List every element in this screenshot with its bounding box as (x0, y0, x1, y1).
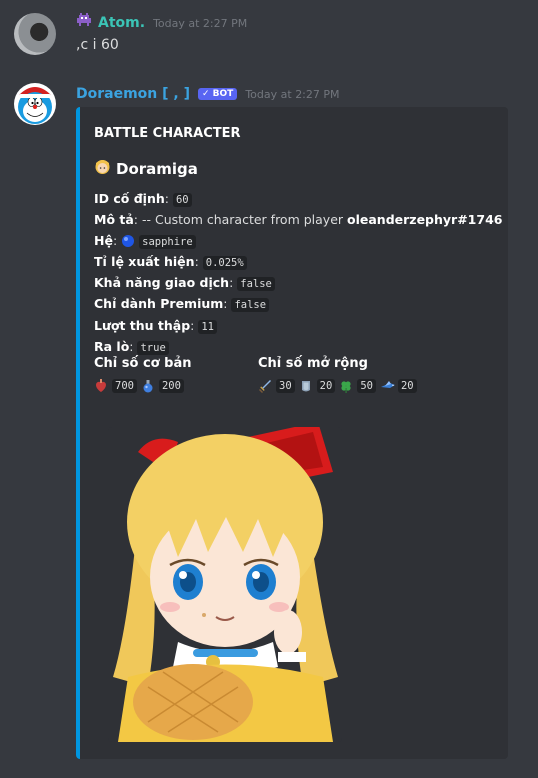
sword-icon (258, 379, 272, 393)
anatomical-heart-icon (94, 379, 108, 393)
sapphire-gem-icon (121, 234, 135, 248)
embed-title: BATTLE CHARACTER (94, 126, 241, 141)
extended-stats-row: 30 20 50 20 (258, 379, 417, 393)
field-id: ID cố định: 60 (94, 189, 504, 210)
hp-value: 700 (112, 379, 137, 393)
bot-tag: ✓ BOT (198, 88, 238, 100)
character-image[interactable] (108, 427, 342, 742)
winged-speed-icon (380, 379, 395, 393)
user-avatar[interactable] (14, 13, 56, 55)
bot-avatar[interactable] (14, 83, 56, 125)
message-text: ,c i 60 (76, 37, 119, 53)
attack-value: 30 (276, 379, 295, 393)
field-tradeable: Khả năng giao dịch: false (94, 273, 504, 294)
blonde-girl-icon (94, 158, 111, 179)
speed-value: 20 (397, 379, 417, 393)
character-name: Doramiga (116, 159, 198, 178)
timestamp: Today at 2:27 PM (153, 17, 248, 30)
embed-card: BATTLE CHARACTER Doramiga ID cố định: 60… (76, 107, 508, 759)
character-fields: ID cố định: 60 Mô tả: -- Custom characte… (94, 189, 504, 358)
username[interactable]: Atom. (98, 15, 145, 31)
shield-icon (299, 379, 313, 393)
character-name-row: Doramiga (94, 158, 198, 179)
luck-value: 50 (357, 379, 376, 393)
mana-value: 200 (158, 379, 184, 393)
timestamp: Today at 2:27 PM (245, 88, 340, 101)
field-element: Hệ: sapphire (94, 231, 504, 252)
extended-stats-heading: Chỉ số mở rộng (258, 356, 368, 371)
message-atom: Atom. Today at 2:27 PM ,c i 60 (0, 0, 538, 70)
field-description: Mô tả: -- Custom character from player o… (94, 212, 503, 228)
base-stats-row: 700 200 (94, 379, 184, 393)
base-stats-heading: Chỉ số cơ bản (94, 356, 192, 371)
four-leaf-clover-icon (339, 379, 353, 393)
field-rate: Tỉ lệ xuất hiện: 0.025% (94, 252, 504, 273)
field-premium: Chỉ dành Premium: false (94, 294, 504, 315)
mana-potion-icon (141, 379, 155, 393)
bot-username[interactable]: Doraemon [ , ] (76, 86, 190, 102)
defense-value: 20 (316, 379, 336, 393)
field-collected: Lượt thu thập: 11 (94, 316, 504, 337)
alien-monster-icon (76, 12, 92, 31)
